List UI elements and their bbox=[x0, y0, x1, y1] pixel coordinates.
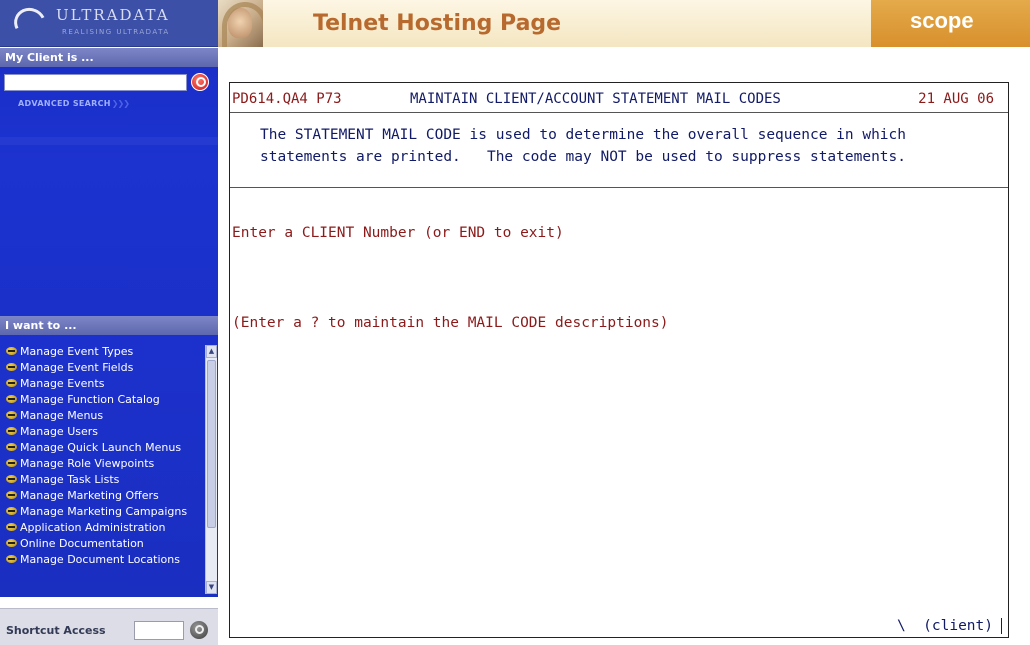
info-box: The STATEMENT MAIL CODE is used to deter… bbox=[230, 114, 1008, 188]
menu-item-label: Manage Task Lists bbox=[20, 473, 120, 486]
menu-item-manage-task-lists[interactable]: Manage Task Lists bbox=[0, 471, 205, 487]
menu-item-manage-marketing-campaigns[interactable]: Manage Marketing Campaigns bbox=[0, 503, 205, 519]
arrow-bullet-icon bbox=[5, 442, 19, 452]
menu-item-application-administration[interactable]: Application Administration bbox=[0, 519, 205, 535]
menu-item-manage-role-viewpoints[interactable]: Manage Role Viewpoints bbox=[0, 455, 205, 471]
arrow-bullet-icon bbox=[5, 378, 19, 388]
mail-code-help-prompt: (Enter a ? to maintain the MAIL CODE des… bbox=[232, 315, 669, 331]
scope-logo: scope bbox=[910, 8, 974, 33]
info-line: The STATEMENT MAIL CODE is used to deter… bbox=[260, 127, 907, 143]
logo-text: ULTRADATA bbox=[56, 6, 170, 24]
menu-item-label: Manage Event Fields bbox=[20, 361, 134, 374]
cursor bbox=[1001, 618, 1002, 634]
ultradata-logo-icon bbox=[9, 3, 51, 43]
iwant-heading: I want to ... bbox=[0, 316, 218, 335]
terminal-header: PD614.QA4 P73 MAINTAIN CLIENT/ACCOUNT ST… bbox=[230, 83, 1008, 113]
info-line: statements are printed. The code may NOT… bbox=[260, 149, 907, 165]
shortcut-input[interactable] bbox=[134, 621, 184, 640]
menu-scrollbar[interactable]: ▲ ▼ bbox=[205, 345, 217, 594]
client-search-panel: ADVANCED SEARCH❯❯❯ bbox=[0, 67, 218, 316]
divider bbox=[0, 137, 218, 145]
search-icon[interactable] bbox=[191, 73, 209, 91]
arrow-bullet-icon bbox=[5, 346, 19, 356]
arrow-bullet-icon bbox=[5, 474, 19, 484]
scroll-thumb[interactable] bbox=[207, 360, 216, 528]
client-number-prompt: Enter a CLIENT Number (or END to exit) bbox=[232, 225, 564, 241]
menu-item-label: Manage Function Catalog bbox=[20, 393, 160, 406]
menu-item-label: Manage Menus bbox=[20, 409, 104, 422]
menu-item-manage-marketing-offers[interactable]: Manage Marketing Offers bbox=[0, 487, 205, 503]
shortcut-bar: Shortcut Access bbox=[0, 608, 218, 645]
telnet-terminal[interactable]: PD614.QA4 P73 MAINTAIN CLIENT/ACCOUNT ST… bbox=[229, 82, 1009, 638]
arrow-bullet-icon bbox=[5, 506, 19, 516]
arrow-bullet-icon bbox=[5, 410, 19, 420]
sidebar: ULTRADATA REALISING ULTRADATA My Client … bbox=[0, 0, 218, 645]
screen-id: PD614.QA4 P73 bbox=[232, 91, 342, 107]
status-text: \ (client) bbox=[896, 618, 993, 634]
page-header: Telnet Hosting Page scope bbox=[218, 0, 1030, 47]
arrow-bullet-icon bbox=[5, 538, 19, 548]
menu-item-manage-quick-launch-menus[interactable]: Manage Quick Launch Menus bbox=[0, 439, 205, 455]
chevrons-icon: ❯❯❯ bbox=[111, 99, 130, 108]
menu-item-label: Application Administration bbox=[20, 521, 166, 534]
page-title: Telnet Hosting Page bbox=[313, 11, 562, 36]
menu-item-label: Manage Users bbox=[20, 425, 98, 438]
arrow-bullet-icon bbox=[5, 458, 19, 468]
menu-item-label: Manage Document Locations bbox=[20, 553, 180, 566]
advanced-search-link[interactable]: ADVANCED SEARCH❯❯❯ bbox=[18, 99, 130, 108]
logo-subtext: REALISING ULTRADATA bbox=[62, 28, 170, 36]
task-menu-list: Manage Event Types Manage Event Fields M… bbox=[0, 343, 205, 595]
arrow-bullet-icon bbox=[5, 426, 19, 436]
menu-item-manage-users[interactable]: Manage Users bbox=[0, 423, 205, 439]
client-heading: My Client is ... bbox=[0, 48, 218, 67]
advanced-search-label: ADVANCED SEARCH bbox=[18, 99, 111, 108]
screen-title: MAINTAIN CLIENT/ACCOUNT STATEMENT MAIL C… bbox=[410, 91, 781, 107]
menu-item-online-documentation[interactable]: Online Documentation bbox=[0, 535, 205, 551]
menu-item-label: Manage Event Types bbox=[20, 345, 134, 358]
scroll-down-icon[interactable]: ▼ bbox=[206, 581, 217, 594]
menu-item-label: Manage Quick Launch Menus bbox=[20, 441, 182, 454]
menu-item-manage-events[interactable]: Manage Events bbox=[0, 375, 205, 391]
menu-item-manage-event-fields[interactable]: Manage Event Fields bbox=[0, 359, 205, 375]
arrow-bullet-icon bbox=[5, 490, 19, 500]
menu-item-label: Manage Events bbox=[20, 377, 105, 390]
menu-item-manage-document-locations[interactable]: Manage Document Locations bbox=[0, 551, 205, 567]
shortcut-label: Shortcut Access bbox=[6, 624, 106, 637]
menu-item-label: Manage Marketing Offers bbox=[20, 489, 159, 502]
client-search-input[interactable] bbox=[4, 74, 187, 91]
menu-item-manage-menus[interactable]: Manage Menus bbox=[0, 407, 205, 423]
avatar bbox=[218, 0, 263, 47]
menu-item-manage-function-catalog[interactable]: Manage Function Catalog bbox=[0, 391, 205, 407]
menu-item-label: Manage Marketing Campaigns bbox=[20, 505, 188, 518]
menu-item-label: Online Documentation bbox=[20, 537, 144, 550]
screen-date: 21 AUG 06 bbox=[918, 91, 994, 107]
go-icon[interactable] bbox=[190, 621, 208, 639]
logo-bar: ULTRADATA REALISING ULTRADATA bbox=[0, 0, 218, 47]
menu-item-label: Manage Role Viewpoints bbox=[20, 457, 155, 470]
arrow-bullet-icon bbox=[5, 362, 19, 372]
arrow-bullet-icon bbox=[5, 522, 19, 532]
arrow-bullet-icon bbox=[5, 554, 19, 564]
terminal-status: \ (client) bbox=[897, 618, 1002, 634]
menu-item-manage-event-types[interactable]: Manage Event Types bbox=[0, 343, 205, 359]
arrow-bullet-icon bbox=[5, 394, 19, 404]
scroll-up-icon[interactable]: ▲ bbox=[206, 345, 217, 358]
task-menu-panel: Manage Event Types Manage Event Fields M… bbox=[0, 335, 218, 597]
